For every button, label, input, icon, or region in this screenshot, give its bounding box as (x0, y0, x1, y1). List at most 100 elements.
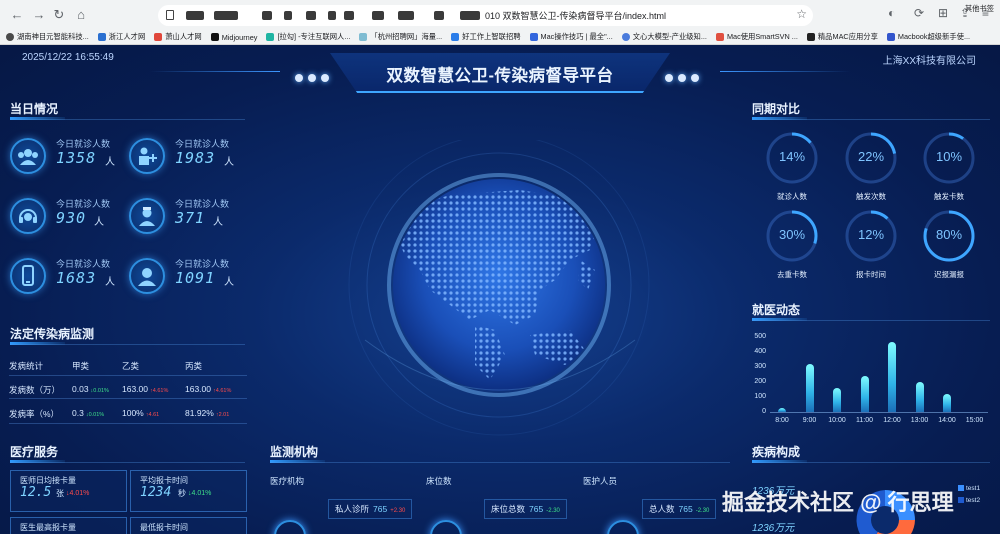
cell-value: 100% ↑4.61 (122, 408, 160, 418)
bar (943, 394, 951, 412)
page-icon (166, 10, 174, 20)
stat-value: 1683 (56, 269, 97, 287)
stat-value: 1091 (175, 269, 216, 287)
row-label: 发病数（万） (9, 385, 61, 395)
service-card: 平均报卡时间 1234 秒 ↓4.01% (130, 470, 247, 512)
section-title-medical: 医疗服务 (10, 445, 59, 459)
bookmark-item[interactable]: Mac操作技巧 | 最全"... (529, 32, 613, 42)
ring-percent: 14% (778, 149, 806, 164)
service-card: 医师日均接卡量 12.5 张 ↓4.01% (10, 470, 127, 512)
other-bookmarks[interactable]: 其他书签 (965, 4, 994, 14)
group-icon (10, 138, 46, 174)
ring-label: 迟报漏报 (934, 270, 964, 279)
bookmark-item[interactable]: 湖南神目元智能科技... (6, 32, 89, 42)
stat-card: 今日就诊人数 1358 人 (10, 134, 125, 178)
monitor-header: 医疗机构 (270, 476, 305, 486)
ring-label: 触发次数 (856, 192, 886, 201)
ring-label: 就诊人数 (777, 192, 807, 201)
section-divider (752, 320, 990, 321)
compare-ring: 80% 迟报漏报 (922, 209, 976, 279)
table-divider (9, 375, 247, 376)
back-icon[interactable]: ← (8, 6, 26, 24)
stat-value: 1358 (56, 149, 97, 167)
bookmark-item[interactable]: 精品MAC应用分享 (806, 32, 878, 42)
datetime: 2025/12/22 16:55:49 (22, 52, 114, 63)
bar (888, 341, 896, 412)
company-name: 上海XX科技有限公司 (882, 56, 976, 67)
section-title-compare: 同期对比 (752, 102, 801, 116)
bookmark-item[interactable]: 文心大模型-产业级知... (621, 32, 707, 42)
section-divider (270, 462, 730, 463)
cell-value: 163.00 ↑4.61% (185, 384, 232, 394)
url-text: 010 双数智慧公卫-传染病督导平台/index.html (485, 11, 667, 21)
card-change: ↓4.01% (66, 490, 90, 497)
page-title: 双数智慧公卫-传染病督导平台 (386, 67, 614, 85)
hospital-icon (274, 520, 306, 534)
x-tick: 11:00 (856, 417, 873, 424)
table-row: 发病数（万） 0.03 ↓0.01% 163.00 ↑4.61% 163.00 ↑4.… (9, 384, 249, 404)
home-icon[interactable]: ⌂ (72, 6, 90, 24)
bookmark-item[interactable]: Macbook超级新手使... (886, 32, 970, 42)
bookmark-star-icon[interactable]: ☆ (796, 7, 807, 21)
bookmark-item[interactable]: Midjourney (210, 33, 257, 42)
illness-value: 1236万元 (752, 523, 795, 534)
x-tick: 8:00 (775, 417, 789, 424)
section-divider (752, 119, 990, 120)
stat-card: 今日就诊人数 1091 人 (129, 254, 244, 298)
service-card: 最低报卡时间 (130, 517, 247, 534)
bookmark-item[interactable]: 好工作上智联招聘 (451, 32, 521, 42)
y-tick: 0 (762, 408, 766, 415)
browser-chrome: ← → ↻ ⌂ 010 双数智慧公卫-传染病督导平台/index.html ☆ … (0, 0, 1000, 45)
stat-unit: 人 (105, 157, 115, 168)
table-header-row: 发病统计 甲类 乙类 丙类 (9, 360, 249, 380)
bookmark-item[interactable]: [拉勾] -专注互联网人... (266, 32, 350, 42)
legend-item: test2 (958, 497, 980, 504)
x-tick: 9:00 (802, 417, 817, 424)
bookmark-item[interactable]: 萧山人才网 (154, 32, 202, 42)
address-bar[interactable]: 010 双数智慧公卫-传染病督导平台/index.html ☆ (158, 5, 813, 26)
section-divider (10, 119, 245, 120)
cell-value: 0.3 ↓0.01% (72, 408, 105, 418)
y-tick: 500 (754, 333, 766, 340)
y-tick: 100 (754, 393, 766, 400)
stat-card: 今日就诊人数 930 人 (10, 194, 125, 238)
reload-icon[interactable]: ↻ (50, 6, 68, 24)
bed-icon (430, 520, 462, 534)
cell-value: 0.03 ↓0.01% (72, 384, 109, 394)
stat-card: 今日就诊人数 371 人 (129, 194, 244, 238)
bookmark-item[interactable]: 浙江人才网 (97, 32, 145, 42)
ring-percent: 80% (935, 227, 963, 242)
table-header: 丙类 (185, 361, 203, 371)
card-value: 12.5 (20, 485, 52, 500)
card-unit: 秒 (178, 489, 186, 498)
section-divider (752, 462, 990, 463)
watermark: 掘金技术社区 @ 行思理 (722, 490, 954, 515)
bar (805, 364, 814, 412)
ring-percent: 10% (935, 149, 963, 164)
legend-item: test1 (958, 485, 980, 492)
ring-label: 报卡时间 (856, 270, 886, 279)
stat-unit: 人 (224, 277, 234, 288)
stat-card: 今日就诊人数 1683 人 (10, 254, 125, 298)
table-header: 乙类 (122, 361, 140, 371)
compare-ring: 22% 触发次数 (844, 131, 898, 201)
bookmark-item[interactable]: Mac使用SmartSVN ... (715, 32, 798, 42)
compare-ring: 10% 触发卡数 (922, 131, 976, 201)
bookmark-item[interactable]: 「杭州招聘网」海量... (359, 32, 442, 42)
monitor-row: 私人诊所 765 +2.30 (328, 499, 413, 519)
compare-ring: 30% 去重卡数 (765, 209, 819, 279)
monitor-header: 床位数 (426, 476, 452, 486)
forward-icon[interactable]: → (30, 6, 48, 24)
monitor-row: 床位总数 765 -2.30 (484, 499, 567, 519)
stat-value: 371 (175, 209, 206, 227)
card-unit: 张 (56, 489, 64, 498)
nurse-icon (129, 198, 165, 234)
person-icon (129, 258, 165, 294)
browser-toolbar: ← → ↻ ⌂ 010 双数智慧公卫-传染病督导平台/index.html ☆ … (0, 0, 1000, 29)
sync-icon[interactable]: ⟳ (914, 6, 924, 20)
phone-icon (10, 258, 46, 294)
firefox-account-icon[interactable]: ◐ (888, 6, 895, 20)
extensions-icon[interactable]: ⊞ (938, 6, 948, 20)
bar (860, 376, 869, 412)
table-divider (9, 398, 247, 399)
